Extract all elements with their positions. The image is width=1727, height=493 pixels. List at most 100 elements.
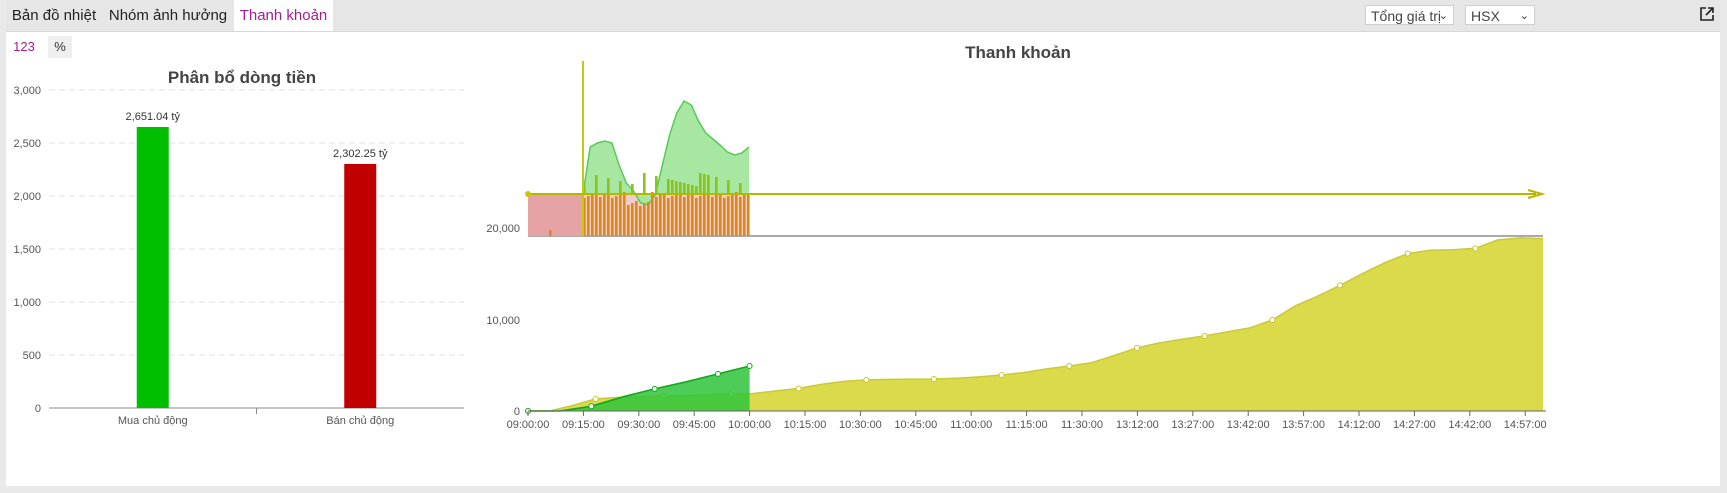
volume-bar bbox=[631, 203, 634, 236]
yesterday-point bbox=[746, 363, 753, 369]
mode-percent-toggle[interactable]: % bbox=[48, 36, 72, 58]
y-tick-label: 2,500 bbox=[13, 138, 41, 150]
sell-pressure-area bbox=[528, 194, 584, 236]
volume-bar bbox=[651, 192, 654, 236]
volume-bar bbox=[715, 195, 718, 236]
volume-bar-up bbox=[595, 175, 598, 194]
volume-bar-up bbox=[687, 184, 690, 194]
tab-heatmap[interactable]: Bản đồ nhiệt bbox=[6, 0, 102, 31]
volume-bar-up bbox=[727, 180, 730, 194]
x-tick-label: 13:27:00 bbox=[1171, 419, 1214, 431]
volume-bar bbox=[687, 195, 690, 236]
today-point bbox=[1269, 317, 1276, 323]
volume-bar bbox=[735, 192, 738, 236]
x-tick-label: 14:27:00 bbox=[1393, 419, 1436, 431]
volume-bar-up bbox=[631, 184, 634, 194]
y-tick-label: 500 bbox=[23, 350, 41, 362]
volume-bar bbox=[667, 198, 670, 236]
volume-bar bbox=[731, 194, 734, 236]
exchange-select-value: HSX bbox=[1471, 8, 1500, 24]
y-tick-label: 3,000 bbox=[13, 85, 41, 97]
volume-bar bbox=[595, 192, 598, 236]
external-link-icon[interactable] bbox=[1699, 6, 1715, 22]
volume-bar-up bbox=[643, 173, 646, 194]
x-tick-label: Mua chủ động bbox=[118, 415, 188, 427]
x-tick-label: 14:12:00 bbox=[1338, 419, 1381, 431]
volume-bar-up bbox=[619, 181, 622, 194]
flow-bar-chart: 0 500 1,000 1,500 2,000 2,500 3,000 2,651.04 tỷ… bbox=[13, 85, 464, 427]
metric-select-value: Tổng giá trị bbox=[1371, 8, 1442, 24]
volume-bar-up bbox=[695, 186, 698, 194]
today-point bbox=[1134, 344, 1140, 351]
tab-bar: Bản đồ nhiệt Nhóm ảnh hưởng Thanh khoản … bbox=[6, 0, 1720, 32]
volume-bar-up bbox=[699, 173, 702, 194]
x-tick-label: 10:00:00 bbox=[728, 419, 771, 431]
volume-bar-up bbox=[679, 182, 682, 194]
y-tick-label: 0 bbox=[514, 406, 520, 418]
y-tick-label: 1,500 bbox=[13, 244, 41, 256]
x-tick-label: 09:45:00 bbox=[673, 419, 716, 431]
volume-bar bbox=[627, 205, 630, 236]
exchange-select[interactable]: HSX ⌄ bbox=[1465, 5, 1535, 25]
volume-bar bbox=[607, 193, 610, 236]
volume-bar bbox=[647, 202, 650, 236]
x-tick-label: 11:00:00 bbox=[950, 419, 992, 431]
volume-bar bbox=[743, 195, 746, 236]
volume-bar bbox=[591, 194, 594, 236]
volume-bar bbox=[659, 195, 662, 236]
x-tick-label: 10:45:00 bbox=[894, 419, 937, 431]
volume-bar-up bbox=[739, 183, 742, 194]
data-label: 2,651.04 tỷ bbox=[126, 111, 181, 123]
volume-bar bbox=[691, 193, 694, 236]
reference-point bbox=[525, 191, 531, 197]
volume-bar bbox=[549, 230, 552, 236]
x-tick-label: 09:15:00 bbox=[562, 419, 605, 431]
volume-bar bbox=[599, 197, 602, 236]
y-tick-label: 1,000 bbox=[13, 297, 41, 309]
volume-bar-up bbox=[655, 176, 658, 194]
x-tick-label: 10:30:00 bbox=[839, 419, 882, 431]
volume-bar-up bbox=[691, 185, 694, 194]
today-point bbox=[1201, 332, 1208, 339]
volume-bar-up bbox=[671, 180, 674, 194]
volume-bar bbox=[699, 196, 702, 236]
today-point bbox=[795, 385, 802, 392]
volume-bar bbox=[727, 196, 730, 236]
volume-bar bbox=[587, 196, 590, 236]
y-tick-label: 20,000 bbox=[486, 223, 520, 235]
bar bbox=[344, 163, 377, 408]
volume-bar bbox=[639, 206, 642, 236]
yesterday-point bbox=[588, 403, 595, 410]
x-tick-label: 09:30:00 bbox=[617, 419, 660, 431]
volume-bar bbox=[723, 198, 726, 236]
volume-bar bbox=[679, 192, 682, 236]
today-point bbox=[998, 371, 1005, 378]
volume-bar bbox=[663, 193, 666, 236]
mode-value-toggle[interactable]: 123 bbox=[7, 36, 41, 58]
today-point bbox=[592, 395, 599, 402]
tab-influence-group[interactable]: Nhóm ảnh hưởng bbox=[104, 0, 232, 31]
bar bbox=[136, 126, 169, 409]
today-point bbox=[863, 376, 870, 383]
volume-bar bbox=[675, 194, 678, 236]
y-tick-label: 10,000 bbox=[486, 315, 520, 327]
volume-bar bbox=[619, 194, 622, 236]
volume-bar bbox=[643, 204, 646, 236]
metric-select[interactable]: Tổng giá trị ⌄ bbox=[1365, 5, 1454, 25]
volume-bar bbox=[623, 192, 626, 236]
today-point bbox=[1337, 282, 1343, 289]
volume-bar bbox=[635, 201, 638, 236]
volume-bar bbox=[611, 198, 614, 236]
volume-bar bbox=[711, 197, 714, 236]
x-tick-label: 13:57:00 bbox=[1282, 419, 1325, 431]
today-point bbox=[931, 375, 937, 382]
volume-bar bbox=[747, 193, 750, 236]
volume-bar-up bbox=[707, 175, 710, 194]
yesterday-point bbox=[714, 370, 721, 377]
volume-bar bbox=[603, 195, 606, 236]
liquidity-area-chart: 0 10,000 20,000 09:00:00 09:15:00 09:30:00 09:… bbox=[486, 61, 1547, 431]
chevron-down-icon: ⌄ bbox=[1438, 10, 1448, 22]
tab-liquidity[interactable]: Thanh khoản bbox=[234, 0, 333, 31]
x-tick-label: 14:57:00 bbox=[1504, 419, 1547, 431]
volume-bar bbox=[655, 197, 658, 236]
